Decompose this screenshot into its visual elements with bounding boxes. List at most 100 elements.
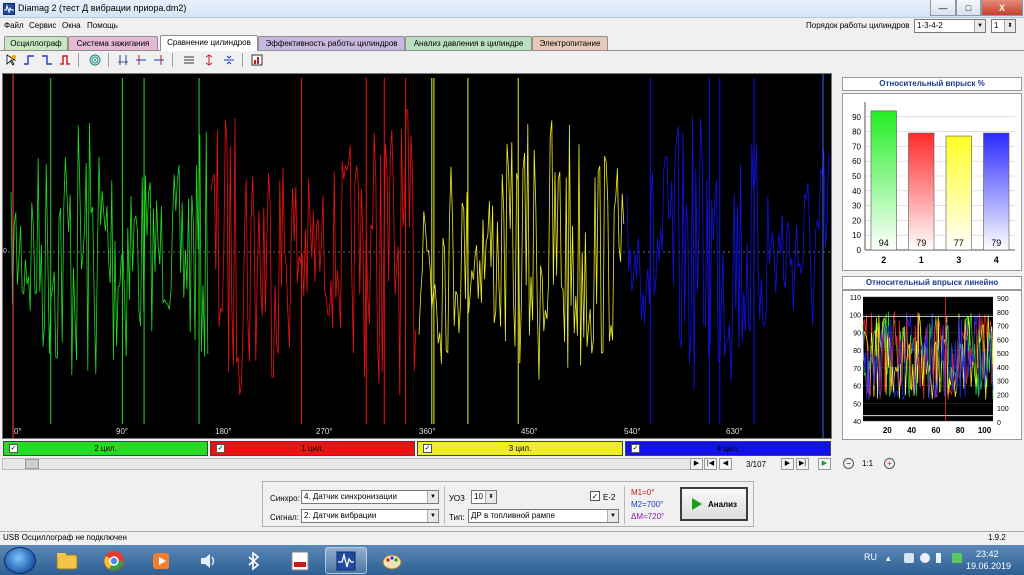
marker-m1: M1=0° xyxy=(631,488,655,497)
cursor-tool-icon[interactable] xyxy=(4,53,18,67)
cylinder-3-toggle[interactable]: ✓ 3 цил. xyxy=(417,441,623,456)
clock-date[interactable]: 19.06.2019 xyxy=(966,561,1011,571)
toolbar-separator xyxy=(108,53,109,67)
signal-select[interactable]: 2. Датчик вибрации ▼ xyxy=(301,509,439,523)
bar xyxy=(983,132,1010,251)
cylinder-1-toggle[interactable]: ✓ 1 цил. xyxy=(210,441,415,456)
cylinder-order-value: 1-3-4-2 xyxy=(917,21,943,30)
line-chart-canvas: 1101009080706050409008007006005004003002… xyxy=(849,295,1009,435)
last-page-icon[interactable]: ▶| xyxy=(796,458,809,470)
tab-pressure-analysis[interactable]: Анализ давления в цилиндре xyxy=(405,36,532,50)
maximize-button[interactable]: □ xyxy=(956,0,981,16)
horizontal-lines-icon[interactable] xyxy=(182,53,196,67)
zoom-in-icon[interactable]: + xyxy=(884,458,895,469)
checkbox[interactable]: ✓ xyxy=(631,444,640,453)
right-axis-label: 800 xyxy=(997,310,1009,317)
y-tick-label: 90 xyxy=(853,330,861,337)
x-tick-label: 180° xyxy=(215,427,232,436)
checkbox[interactable]: ✓ xyxy=(423,444,432,453)
e2-checkbox[interactable]: ✓ xyxy=(590,491,600,501)
x-tick-label: 60 xyxy=(931,426,940,435)
cylinder-order-select[interactable]: 1-3-4-2 ▼ xyxy=(914,19,986,33)
volume-icon[interactable] xyxy=(936,553,946,563)
type-select[interactable]: ДР в топливной рампе ▼ xyxy=(468,509,619,523)
toolbar-separator xyxy=(242,53,243,67)
chevron-down-icon: ▼ xyxy=(427,510,438,522)
y-tick-label: 50 xyxy=(852,172,861,181)
right-axis-label: 600 xyxy=(997,337,1009,344)
diamag-taskbar-icon[interactable] xyxy=(325,547,367,574)
start-button[interactable] xyxy=(4,547,36,574)
fingerprint-icon[interactable] xyxy=(88,53,102,67)
media-player-icon[interactable] xyxy=(140,547,182,574)
toolbar-separator xyxy=(172,53,173,67)
bar-value-label: 77 xyxy=(954,238,964,248)
marker-m2: M2=700° xyxy=(631,500,664,509)
menu-windows[interactable]: Окна xyxy=(62,21,81,30)
menu-help[interactable]: Помощь xyxy=(87,21,118,30)
paint-icon[interactable] xyxy=(371,547,413,574)
category-label: 2 xyxy=(881,255,886,265)
oscilloscope-view[interactable] xyxy=(2,73,832,439)
marker-delta: ΔM=720° xyxy=(631,512,665,521)
rising-edge-icon[interactable] xyxy=(22,53,36,67)
chrome-icon[interactable] xyxy=(93,547,135,574)
report-icon[interactable] xyxy=(250,53,264,67)
pdf-viewer-icon[interactable] xyxy=(279,547,321,574)
speaker-icon[interactable] xyxy=(187,547,229,574)
horizontal-scrollbar[interactable] xyxy=(2,458,692,470)
cylinder-label: 3 цил. xyxy=(508,444,532,453)
explorer-icon[interactable] xyxy=(46,547,88,574)
tab-ignition[interactable]: Система зажигания xyxy=(68,36,158,50)
tab-oscilloscope[interactable]: Осциллограф xyxy=(4,36,68,50)
x-tick-label: 40 xyxy=(907,426,916,435)
cylinder-label: 1 цил. xyxy=(301,444,324,453)
y-tick-label: 100 xyxy=(849,313,861,320)
y-tick-label: 90 xyxy=(852,113,861,122)
divider xyxy=(624,486,625,524)
play-icon[interactable]: ▶ xyxy=(818,458,831,470)
language-indicator[interactable]: RU xyxy=(864,552,877,562)
network-icon[interactable] xyxy=(904,553,914,563)
bar-chart-canvas: 0 10 20 30 40 50 60 70 80 90 94 2 79 1 77 3 79 4 xyxy=(852,102,1015,265)
zoom-out-icon[interactable]: − xyxy=(843,458,854,469)
x-tick-label: 270° xyxy=(316,427,333,436)
bluetooth-icon[interactable] xyxy=(233,547,275,574)
tab-cylinder-efficiency[interactable]: Эффективность работы цилиндров xyxy=(258,36,405,50)
uoz-spin[interactable]: 10 ⬍ xyxy=(471,490,497,504)
scrollbar-thumb[interactable] xyxy=(25,459,39,469)
pulse-icon[interactable] xyxy=(58,53,72,67)
battery-icon[interactable] xyxy=(952,553,962,563)
right-axis-label: 500 xyxy=(997,351,1009,358)
tray-expand-icon[interactable]: ▴ xyxy=(886,553,896,563)
analyze-label: Анализ xyxy=(707,499,738,509)
cylinder-4-toggle[interactable]: ✓ 4 цил. xyxy=(625,441,831,456)
menu-file[interactable]: Файл xyxy=(4,21,24,30)
checkbox[interactable]: ✓ xyxy=(216,444,225,453)
checkbox[interactable]: ✓ xyxy=(9,444,18,453)
analyze-button[interactable]: Анализ xyxy=(680,487,748,521)
right-axis-label: 0 xyxy=(997,420,1001,427)
close-button[interactable]: X xyxy=(981,0,1023,16)
minimize-button[interactable]: — xyxy=(930,0,956,16)
marker-remove-icon[interactable] xyxy=(152,53,166,67)
scroll-right-icon[interactable]: ▶ xyxy=(690,458,703,470)
next-page-icon[interactable]: ▶ xyxy=(781,458,794,470)
sync-select[interactable]: 4. Датчик синхронизации ▼ xyxy=(301,490,439,504)
first-page-icon[interactable]: |◀ xyxy=(704,458,717,470)
action-center-icon[interactable] xyxy=(920,553,930,563)
center-line-icon[interactable] xyxy=(222,53,236,67)
clock-time[interactable]: 23:42 xyxy=(976,549,999,559)
cylinder-2-toggle[interactable]: ✓ 2 цил. xyxy=(3,441,208,456)
cylinder-spin[interactable]: 1 ⬍ xyxy=(991,19,1016,33)
marker-add-icon[interactable] xyxy=(134,53,148,67)
falling-edge-icon[interactable] xyxy=(40,53,54,67)
vertical-scale-icon[interactable] xyxy=(202,53,216,67)
bar xyxy=(908,132,935,251)
signal-label: Сигнал: xyxy=(270,513,299,522)
vertical-markers-icon[interactable] xyxy=(116,53,130,67)
tab-power-supply[interactable]: Электропитание xyxy=(532,36,608,50)
tab-cylinder-compare[interactable]: Сравнение цилиндров xyxy=(160,35,258,51)
prev-page-icon[interactable]: ◀ xyxy=(719,458,732,470)
menu-service[interactable]: Сервис xyxy=(29,21,56,30)
